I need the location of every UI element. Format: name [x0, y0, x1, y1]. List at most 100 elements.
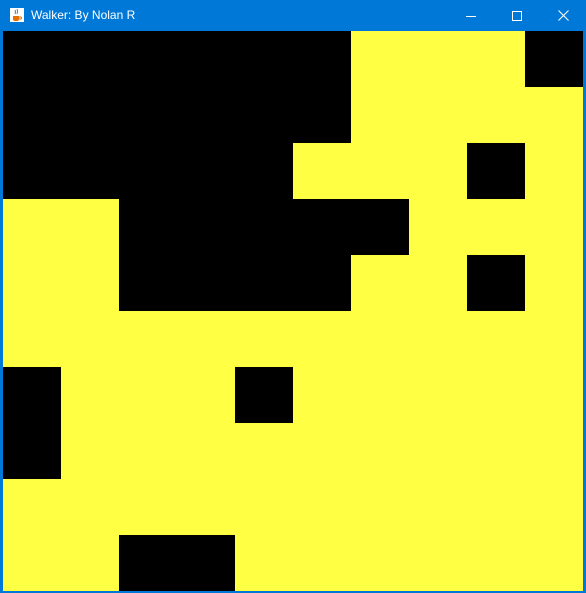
- grid-cell: [3, 311, 61, 367]
- grid-cell: [293, 311, 351, 367]
- grid-cell: [235, 479, 293, 535]
- grid-cell: [235, 535, 293, 591]
- grid-cell: [3, 255, 61, 311]
- grid-cell: [351, 143, 409, 199]
- grid-cell: [177, 535, 235, 591]
- grid-cell: [467, 31, 525, 87]
- close-button[interactable]: [540, 0, 586, 31]
- grid-cell: [409, 423, 467, 479]
- grid-cell: [61, 479, 119, 535]
- walker-grid-canvas[interactable]: [3, 31, 583, 591]
- grid-cell: [3, 479, 61, 535]
- grid-cell: [3, 87, 61, 143]
- grid-cell: [119, 311, 177, 367]
- grid-cell: [467, 199, 525, 255]
- grid-cell: [351, 87, 409, 143]
- grid-cell: [235, 311, 293, 367]
- grid-cell: [467, 479, 525, 535]
- grid-cell: [177, 255, 235, 311]
- grid-cell: [177, 87, 235, 143]
- grid-cell: [119, 479, 177, 535]
- grid-cell: [293, 143, 351, 199]
- grid-cell: [235, 423, 293, 479]
- grid-cell: [177, 479, 235, 535]
- grid-cell: [235, 367, 293, 423]
- grid-cell: [61, 311, 119, 367]
- grid-cell: [293, 479, 351, 535]
- grid-cell: [293, 535, 351, 591]
- grid-cell: [351, 311, 409, 367]
- grid-cell: [409, 255, 467, 311]
- grid-cell: [3, 199, 61, 255]
- grid-cell: [293, 31, 351, 87]
- grid-cell: [3, 535, 61, 591]
- grid-cell: [467, 535, 525, 591]
- grid-cell: [61, 87, 119, 143]
- minimize-icon: [466, 15, 476, 17]
- grid-cell: [351, 199, 409, 255]
- grid-cell: [177, 31, 235, 87]
- grid-cell: [409, 479, 467, 535]
- grid-cell: [119, 143, 177, 199]
- grid-cell: [467, 87, 525, 143]
- java-coffee-cup-icon: [9, 7, 25, 23]
- grid-cell: [119, 199, 177, 255]
- grid-cell: [409, 311, 467, 367]
- grid-cell: [293, 423, 351, 479]
- grid-cell: [3, 367, 61, 423]
- grid-cell: [525, 479, 583, 535]
- grid-cell: [235, 199, 293, 255]
- grid-cell: [293, 255, 351, 311]
- grid-cell: [119, 423, 177, 479]
- grid-cell: [119, 367, 177, 423]
- grid-cell: [61, 31, 119, 87]
- grid-cell: [409, 535, 467, 591]
- grid-cell: [293, 199, 351, 255]
- grid-cell: [61, 367, 119, 423]
- grid-cell: [525, 535, 583, 591]
- grid-cell: [119, 87, 177, 143]
- grid-cell: [525, 31, 583, 87]
- grid-cell: [409, 87, 467, 143]
- grid-cell: [525, 367, 583, 423]
- grid-cell: [351, 367, 409, 423]
- maximize-button[interactable]: [494, 0, 540, 31]
- grid-cell: [235, 31, 293, 87]
- grid-cell: [177, 143, 235, 199]
- grid-cell: [525, 255, 583, 311]
- grid-cell: [467, 143, 525, 199]
- grid-cell: [525, 311, 583, 367]
- grid-cell: [177, 199, 235, 255]
- grid-cell: [525, 423, 583, 479]
- minimize-button[interactable]: [448, 0, 494, 31]
- grid-cell: [3, 143, 61, 199]
- grid-cell: [467, 255, 525, 311]
- grid-cell: [409, 143, 467, 199]
- grid-cell: [351, 535, 409, 591]
- application-window: Walker: By Nolan R: [0, 0, 586, 593]
- grid-cell: [351, 255, 409, 311]
- grid-cell: [235, 87, 293, 143]
- grid-cell: [119, 31, 177, 87]
- grid-cell: [61, 143, 119, 199]
- grid-cell: [61, 423, 119, 479]
- grid-cell: [525, 87, 583, 143]
- grid-cell: [177, 311, 235, 367]
- grid-cell: [409, 367, 467, 423]
- grid-cell: [409, 31, 467, 87]
- grid-cell: [119, 255, 177, 311]
- grid-cell: [3, 423, 61, 479]
- grid-cell: [3, 31, 61, 87]
- title-bar[interactable]: Walker: By Nolan R: [0, 0, 586, 31]
- grid-cell: [351, 423, 409, 479]
- grid-cell: [525, 199, 583, 255]
- grid-cell: [467, 423, 525, 479]
- close-icon: [557, 10, 569, 21]
- grid-cell: [119, 535, 177, 591]
- grid-cell: [467, 367, 525, 423]
- grid-cell: [61, 255, 119, 311]
- grid-cell: [293, 367, 351, 423]
- grid-cell: [525, 143, 583, 199]
- grid-cell: [235, 143, 293, 199]
- window-title: Walker: By Nolan R: [31, 8, 136, 22]
